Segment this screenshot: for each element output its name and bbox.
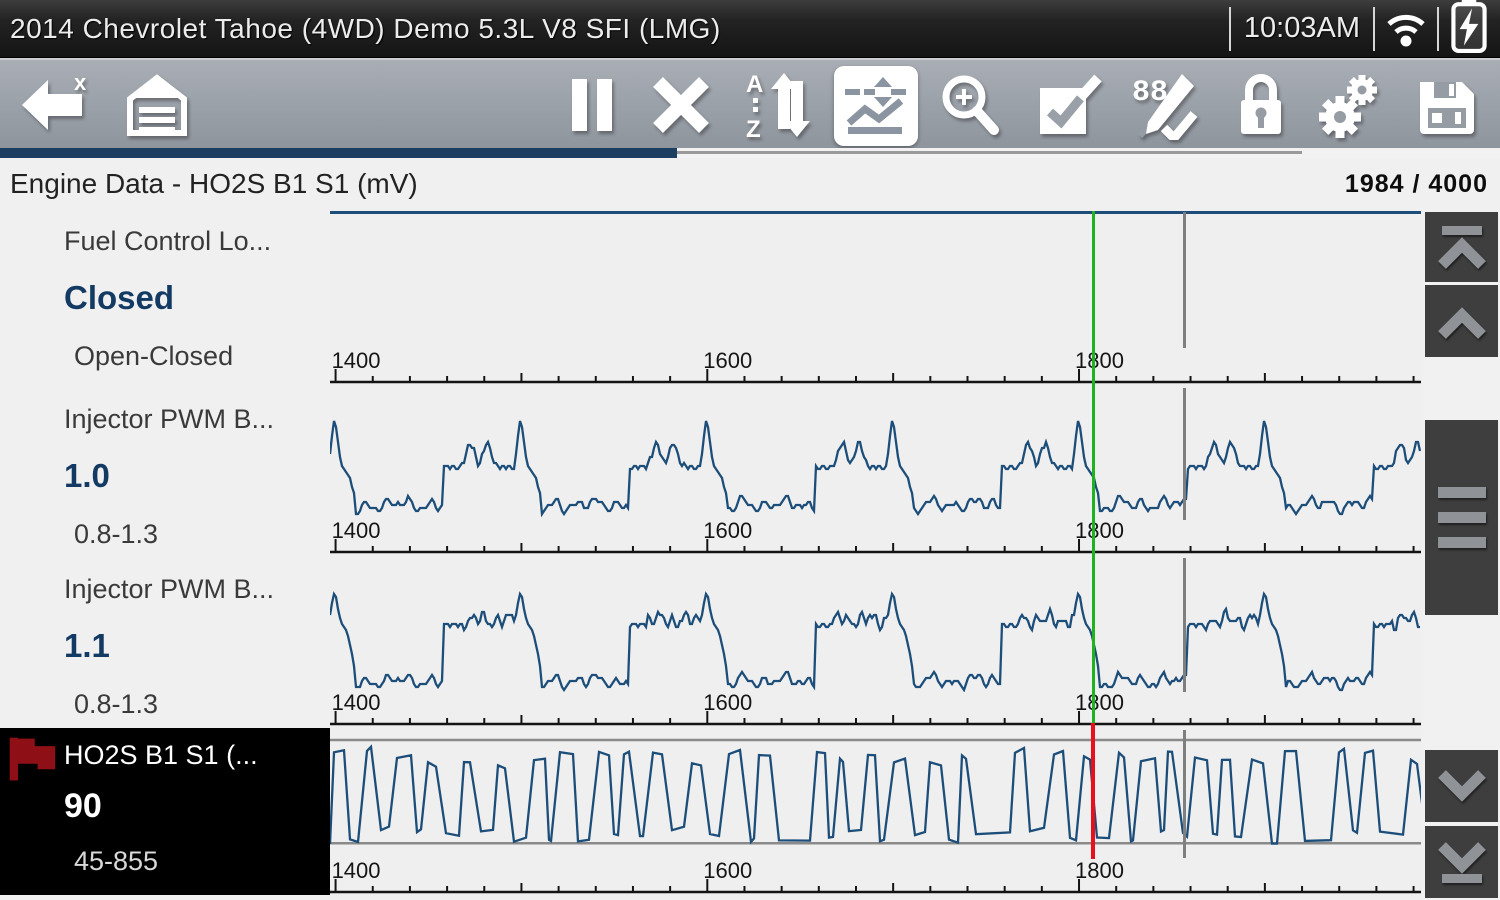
toolbar: x A Z xyxy=(0,58,1500,148)
divider xyxy=(1373,7,1375,51)
svg-text:1800: 1800 xyxy=(1075,348,1124,373)
vehicle-title: 2014 Chevrolet Tahoe (4WD) Demo 5.3L V8 … xyxy=(10,13,721,45)
parameter-value: Closed xyxy=(64,279,330,317)
progress-bar-filled xyxy=(0,148,677,158)
parameter-name: HO2S B1 S1 (... xyxy=(64,740,330,771)
home-button[interactable] xyxy=(122,68,192,142)
parameter-range: Open-Closed xyxy=(74,341,330,372)
pause-button[interactable] xyxy=(565,68,619,142)
playback-progress xyxy=(0,148,1500,158)
settings-button[interactable] xyxy=(1316,68,1386,142)
scroll-to-bottom-button[interactable] xyxy=(1425,826,1498,898)
confirm-button[interactable] xyxy=(1036,68,1104,142)
graph-view-button[interactable] xyxy=(834,66,918,146)
parameter-name: Injector PWM B... xyxy=(64,574,330,605)
page-title: Engine Data - HO2S B1 S1 (mV) xyxy=(10,168,418,200)
back-button[interactable]: x xyxy=(18,68,94,142)
status-area: 10:03AM xyxy=(1222,0,1500,57)
parameter-value: 90 xyxy=(64,787,330,826)
selected-data-cursor-line[interactable] xyxy=(1091,723,1095,859)
svg-text:x: x xyxy=(74,72,87,95)
parameter-range: 45-855 xyxy=(74,846,330,877)
svg-text:1800: 1800 xyxy=(1075,520,1124,543)
svg-text:1600: 1600 xyxy=(703,858,752,883)
parameter-name: Injector PWM B... xyxy=(64,404,330,435)
custom-data-list-button[interactable]: 88 xyxy=(1130,68,1200,142)
ref-cursor-line[interactable] xyxy=(1183,388,1186,520)
title-bar: 2014 Chevrolet Tahoe (4WD) Demo 5.3L V8 … xyxy=(0,0,1500,58)
flag-icon xyxy=(6,734,58,791)
parameter-range: 0.8-1.3 xyxy=(74,519,330,550)
graph-panel-injector-pwm-b1[interactable] xyxy=(330,388,1421,520)
svg-text:1800: 1800 xyxy=(1075,692,1124,715)
svg-text:A: A xyxy=(746,71,763,98)
sort-button[interactable]: A Z xyxy=(740,68,812,142)
x-axis-injector-pwm-b2: 1400 1600 1800 xyxy=(330,692,1421,730)
x-axis-fuel-control: 1400 1600 1800 xyxy=(330,348,1421,388)
wifi-icon xyxy=(1382,3,1430,54)
svg-text:1600: 1600 xyxy=(703,520,752,543)
svg-text:1400: 1400 xyxy=(332,348,381,373)
zoom-button[interactable] xyxy=(936,68,1004,142)
parameter-value: 1.0 xyxy=(64,457,330,495)
svg-text:1400: 1400 xyxy=(332,858,381,883)
svg-text:1800: 1800 xyxy=(1075,858,1124,883)
graph-panel-injector-pwm-b2[interactable] xyxy=(330,558,1421,692)
svg-text:1600: 1600 xyxy=(703,348,752,373)
scrollbar-thumb[interactable] xyxy=(1425,420,1498,615)
parameter-range: 0.8-1.3 xyxy=(74,689,330,720)
save-button[interactable] xyxy=(1414,68,1480,142)
x-axis-injector-pwm-b1: 1400 1600 1800 xyxy=(330,520,1421,558)
ref-cursor-line[interactable] xyxy=(1183,212,1186,348)
graph-panel-ho2s[interactable] xyxy=(330,730,1421,858)
svg-text:1400: 1400 xyxy=(332,692,381,715)
graph-scrollbar xyxy=(1423,210,1500,900)
ref-cursor-line[interactable] xyxy=(1183,730,1186,858)
clock: 10:03AM xyxy=(1238,12,1366,45)
divider xyxy=(1229,7,1231,51)
x-axis-ho2s: 1400 1600 1800 xyxy=(330,858,1421,898)
svg-text:Z: Z xyxy=(746,116,761,141)
parameter-value: 1.1 xyxy=(64,627,330,665)
data-cursor-line[interactable] xyxy=(1092,211,1095,724)
battery-charging-icon xyxy=(1446,0,1492,58)
parameter-row-injector-pwm-b1[interactable]: Injector PWM B... 1.0 0.8-1.3 xyxy=(0,388,330,558)
scroll-to-top-button[interactable] xyxy=(1425,212,1498,282)
parameter-row-injector-pwm-b2[interactable]: Injector PWM B... 1.1 0.8-1.3 xyxy=(0,558,330,730)
parameter-list: Fuel Control Lo... Closed Open-Closed In… xyxy=(0,210,330,900)
main-area: Fuel Control Lo... Closed Open-Closed In… xyxy=(0,210,1500,900)
parameter-row-ho2s-selected[interactable]: HO2S B1 S1 (... 90 45-855 xyxy=(0,728,330,895)
scroll-up-button[interactable] xyxy=(1425,285,1498,357)
divider xyxy=(1437,7,1439,51)
progress-track-line xyxy=(677,151,1303,154)
close-button[interactable] xyxy=(648,68,714,142)
scroll-down-button[interactable] xyxy=(1425,750,1498,822)
page-header: Engine Data - HO2S B1 S1 (mV) 1984 / 400… xyxy=(0,158,1500,210)
parameter-name: Fuel Control Lo... xyxy=(64,226,330,257)
frame-counter: 1984 / 4000 xyxy=(1345,170,1490,199)
lock-button[interactable] xyxy=(1236,68,1286,142)
svg-text:1400: 1400 xyxy=(332,520,381,543)
svg-text:1600: 1600 xyxy=(703,692,752,715)
parameter-row-fuel-control[interactable]: Fuel Control Lo... Closed Open-Closed xyxy=(0,210,330,388)
graph-panel-fuel-control[interactable] xyxy=(330,210,1421,348)
graph-area: 1400 1600 1800 1400 1600 1800 1400 1600 1800 1… xyxy=(330,210,1421,900)
ref-cursor-line[interactable] xyxy=(1183,558,1186,692)
